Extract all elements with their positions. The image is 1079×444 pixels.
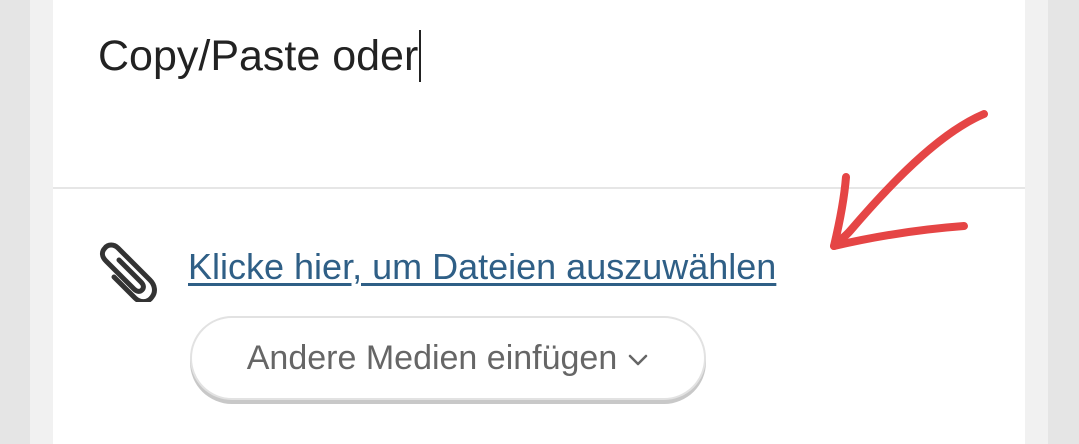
text-caret (419, 30, 422, 82)
other-media-button[interactable]: Andere Medien einfügen (190, 316, 706, 400)
red-arrow-icon (830, 110, 988, 250)
attachment-icon-wrap[interactable] (97, 238, 159, 302)
other-media-label: Andere Medien einfügen (246, 338, 618, 377)
paperclip-icon (100, 242, 157, 302)
select-files-link[interactable]: Klicke hier, um Dateien auszuwählen (188, 244, 776, 290)
editor-text: Copy/Paste oder (98, 32, 419, 80)
chevron-down-icon (629, 354, 648, 366)
editor-text-line: Copy/Paste oder (98, 30, 422, 82)
